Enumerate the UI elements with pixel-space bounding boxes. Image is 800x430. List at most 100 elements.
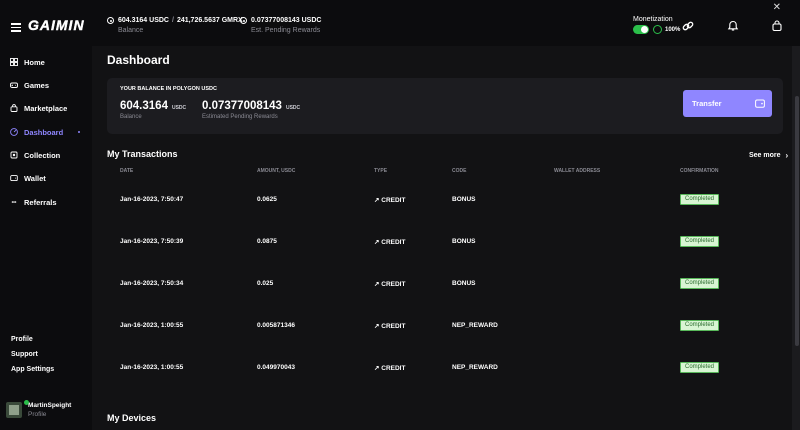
sidebar-item-wallet[interactable]: Wallet	[10, 171, 46, 185]
monetization-label: Monetization	[633, 16, 673, 23]
header-balance-usdc: 604.3164 USDC	[118, 17, 169, 24]
pending-unit: USDC	[285, 105, 301, 111]
online-status-icon	[24, 400, 29, 405]
sidebar-item-label: Collection	[24, 150, 61, 160]
row-date: Jan-16-2023, 7:50:34	[120, 280, 184, 287]
status-badge: Completed	[680, 320, 720, 331]
gamepad-icon	[10, 82, 18, 88]
bell-icon[interactable]	[727, 20, 739, 32]
sidebar-item-label: Marketplace	[24, 103, 68, 113]
header-balance-gmrx: 241,726.5637 GMRX	[176, 17, 243, 24]
header-pending-usdc: 0.07377008143 USDC	[251, 17, 322, 24]
gaimin-logo[interactable]: GAIMIN	[28, 17, 85, 33]
avatar	[6, 402, 22, 418]
row-type: ↗ CREDIT	[374, 323, 406, 330]
balance-value: 604.3164 USDC	[120, 100, 186, 112]
row-code: BONUS	[452, 280, 476, 287]
hamburger-menu-icon[interactable]	[11, 23, 21, 32]
wallet-icon	[10, 175, 18, 182]
row-code: NEP_REWARD	[452, 322, 498, 329]
devices-title: My Devices	[107, 413, 157, 423]
row-amount: 0.025	[257, 280, 274, 287]
column-header-confirmation: CONFIRMATION	[680, 168, 719, 174]
row-amount: 0.005871346	[257, 322, 295, 329]
collection-icon	[10, 151, 18, 159]
status-badge: Completed	[680, 194, 720, 205]
user-subtitle: Profile	[28, 411, 47, 418]
sidebar-item-label: Games	[24, 80, 50, 90]
column-header-wallet: WALLET ADDRESS	[554, 168, 601, 174]
row-date: Jan-16-2023, 7:50:47	[120, 196, 184, 203]
pending-value: 0.07377008143 USDC	[202, 100, 300, 112]
sidebar-item-dashboard[interactable]: Dashboard	[10, 125, 63, 139]
status-badge: Completed	[680, 362, 720, 373]
chevron-right-icon: ›	[785, 151, 789, 160]
transfer-button[interactable]: Transfer	[683, 90, 772, 117]
shopping-bag-icon[interactable]	[771, 20, 783, 32]
support-link[interactable]: Support	[11, 351, 38, 358]
sidebar-item-home[interactable]: Home	[10, 55, 45, 69]
coin-icon	[107, 17, 114, 24]
column-header-amount: AMOUNT, USDC	[257, 168, 296, 174]
row-code: BONUS	[452, 238, 476, 245]
row-type: ↗ CREDIT	[374, 281, 406, 288]
coin-icon	[240, 17, 247, 24]
sidebar-item-collection[interactable]: Collection	[10, 148, 60, 162]
scrollbar[interactable]	[792, 46, 800, 430]
row-date: Jan-16-2023, 7:50:39	[120, 238, 184, 245]
header-balance: 604.3164 USDC / 241,726.5637 GMRX Balanc…	[107, 17, 243, 34]
balance-separator: /	[171, 17, 174, 24]
balance-card-heading: YOUR BALANCE IN POLYGON USDC	[120, 86, 217, 92]
transactions-title: My Transactions	[107, 149, 178, 159]
header-balance-label: Balance	[118, 27, 144, 34]
row-amount: 0.0625	[257, 196, 277, 203]
window-close-icon[interactable]: ✕	[773, 3, 781, 13]
progress-ring-icon	[653, 25, 662, 34]
app-settings-link[interactable]: App Settings	[11, 366, 54, 373]
row-date: Jan-16-2023, 1:00:55	[120, 322, 184, 329]
top-bar: ✕ GAIMIN 604.3164 USDC / 241,726.5637 GM…	[0, 0, 800, 46]
row-amount: 0.049970043	[257, 364, 295, 371]
header-pending: 0.07377008143 USDC Est. Pending Rewards	[240, 17, 321, 34]
grid-icon	[10, 58, 18, 66]
row-type: ↗ CREDIT	[374, 239, 406, 246]
sidebar-item-label: Referrals	[24, 197, 57, 207]
balance-card: YOUR BALANCE IN POLYGON USDC 604.3164 USD…	[107, 78, 783, 134]
row-type: ↗ CREDIT	[374, 197, 406, 204]
user-name: MartinSpeight	[28, 402, 72, 409]
sidebar-item-games[interactable]: Games	[10, 78, 49, 92]
monetization-percent: 100%	[665, 26, 681, 33]
column-header-date: DATE	[120, 168, 134, 174]
pending-amount: 0.07377008143	[202, 100, 282, 112]
sidebar-item-label: Wallet	[24, 173, 46, 183]
column-header-code: CODE	[452, 168, 467, 174]
sidebar-item-marketplace[interactable]: Marketplace	[10, 101, 67, 115]
user-profile[interactable]: MartinSpeight Profile	[6, 400, 72, 418]
see-more-label: See more	[749, 152, 781, 159]
sidebar-item-label: Dashboard	[24, 127, 64, 137]
referrals-icon	[11, 201, 17, 203]
bag-icon	[10, 104, 18, 112]
transfer-button-label: Transfer	[692, 99, 722, 108]
active-indicator-dot	[78, 131, 80, 133]
sidebar-item-referrals[interactable]: Referrals	[10, 195, 57, 209]
monetization-toggle[interactable]	[633, 25, 649, 34]
row-type: ↗ CREDIT	[374, 365, 406, 372]
link-icon[interactable]	[682, 20, 694, 32]
wallet-icon	[755, 99, 765, 108]
see-more-link[interactable]: See more ›	[749, 151, 788, 160]
row-date: Jan-16-2023, 1:00:55	[120, 364, 184, 371]
monetization-control: Monetization 100%	[633, 16, 680, 34]
profile-link[interactable]: Profile	[11, 336, 33, 343]
status-badge: Completed	[680, 278, 720, 289]
column-header-type: TYPE	[374, 168, 388, 174]
row-code: NEP_REWARD	[452, 364, 498, 371]
row-code: BONUS	[452, 196, 476, 203]
balance-amount: 604.3164	[120, 100, 168, 112]
status-badge: Completed	[680, 236, 720, 247]
dashboard-icon	[10, 128, 18, 136]
scrollbar-thumb[interactable]	[795, 96, 799, 346]
header-pending-label: Est. Pending Rewards	[251, 27, 321, 34]
pending-label: Estimated Pending Rewards	[202, 114, 278, 120]
page-title: Dashboard	[107, 53, 170, 67]
